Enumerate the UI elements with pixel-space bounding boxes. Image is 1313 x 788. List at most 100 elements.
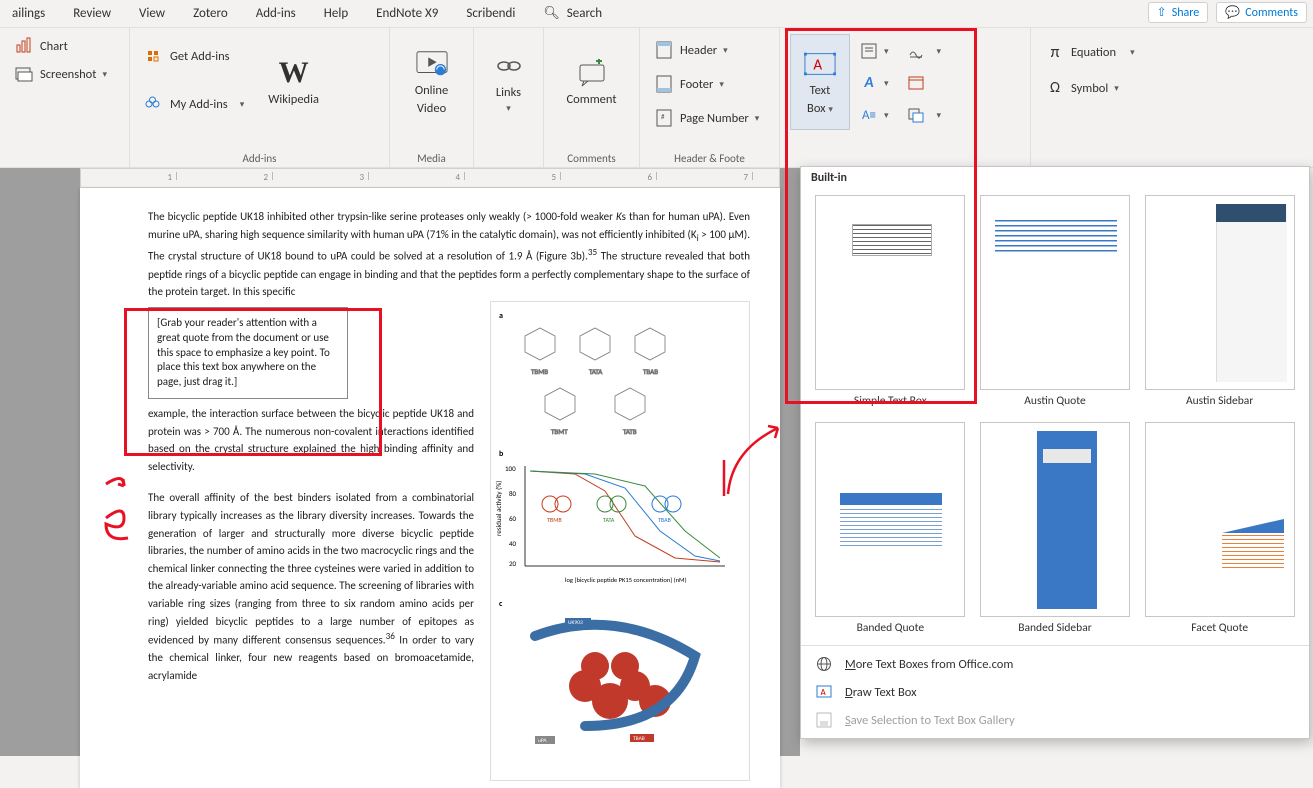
- tab-review[interactable]: Review: [73, 6, 111, 21]
- page-number-icon: #: [654, 108, 674, 128]
- symbol-button[interactable]: Ω Symbol ▾: [1041, 76, 1160, 100]
- gallery-option-austin-quote[interactable]: Austin Quote: [980, 195, 1131, 408]
- svg-text:c: c: [499, 599, 503, 609]
- tab-help[interactable]: Help: [324, 6, 348, 21]
- figure-panel: a TBMB TATA TBAB TBMT TATB b: [490, 301, 750, 781]
- quick-parts-button[interactable]: ▾: [856, 40, 893, 62]
- tab-view[interactable]: View: [139, 6, 165, 21]
- gallery-option-facet-quote[interactable]: Facet Quote: [1144, 422, 1295, 635]
- draw-text-box-item[interactable]: A Draw Text Box: [801, 678, 1309, 706]
- video-icon: [416, 48, 448, 80]
- comments-button[interactable]: 💬 Comments: [1216, 2, 1307, 23]
- new-comment-icon: [576, 57, 608, 89]
- svg-text:TBMB: TBMB: [531, 367, 548, 376]
- link-icon: [493, 50, 525, 82]
- signature-line-button[interactable]: ▾: [903, 40, 946, 62]
- dropdown-caret-icon: ▾: [937, 46, 942, 57]
- svg-text:b: b: [499, 449, 504, 459]
- svg-text:TBMT: TBMT: [551, 427, 568, 436]
- svg-text:TBAB: TBAB: [658, 516, 671, 524]
- comment-label: Comment: [566, 93, 616, 107]
- globe-icon: [815, 655, 833, 673]
- document-page[interactable]: The bicyclic peptide UK18 inhibited othe…: [80, 188, 780, 788]
- store-icon: [144, 46, 164, 66]
- header-button[interactable]: Header ▾: [650, 38, 769, 62]
- equation-button[interactable]: π Equation ▾: [1041, 40, 1160, 64]
- wordart-button[interactable]: A▾: [856, 72, 893, 94]
- svg-text:80: 80: [509, 489, 517, 498]
- save-selection-item: Save Selection to Text Box Gallery: [801, 706, 1309, 734]
- gallery-option-austin-sidebar[interactable]: Austin Sidebar: [1144, 195, 1295, 408]
- chart-button[interactable]: Chart: [10, 34, 119, 58]
- svg-text:60: 60: [509, 514, 517, 523]
- search-control[interactable]: 🔍︎ Search: [543, 6, 602, 21]
- footer-button[interactable]: Footer ▾: [650, 72, 769, 96]
- inserted-text-box[interactable]: [Grab your reader's attention with a gre…: [148, 307, 348, 399]
- svg-text:residual activity (%): residual activity (%): [495, 480, 503, 535]
- tab-scribendi[interactable]: Scribendi: [466, 6, 515, 21]
- gallery-option-simple-text-box[interactable]: Simple Text Box: [815, 195, 966, 408]
- comment-button[interactable]: Comment: [554, 34, 629, 130]
- footer-label: Footer: [680, 77, 713, 92]
- tab-addins[interactable]: Add-ins: [256, 6, 296, 21]
- date-icon: [907, 74, 925, 92]
- body-paragraph: example, the interaction surface between…: [148, 405, 474, 475]
- svg-text:TBAB: TBAB: [643, 367, 658, 376]
- thumb-label: Austin Quote: [1024, 394, 1085, 408]
- dropdown-caret-icon: ▾: [1130, 47, 1135, 58]
- wordart-icon: A: [860, 74, 878, 92]
- svg-text:100: 100: [505, 464, 516, 473]
- equation-label: Equation: [1071, 45, 1116, 60]
- wikipedia-button[interactable]: W Wikipedia: [260, 34, 327, 130]
- thumb-preview: [1145, 422, 1295, 617]
- svg-text:#: #: [661, 112, 665, 121]
- dropcap-button[interactable]: A≡▾: [856, 104, 893, 126]
- fig-label-a: a: [499, 311, 503, 321]
- ribbon: Chart Screenshot ▾ Get Add-ins: [0, 28, 1313, 168]
- page-number-button[interactable]: # Page Number ▾: [650, 106, 769, 130]
- gallery-option-banded-sidebar[interactable]: Banded Sidebar: [980, 422, 1131, 635]
- dropdown-caret-icon: ▾: [102, 69, 107, 80]
- tab-mailings[interactable]: ailings: [12, 6, 45, 21]
- links-label: Links: [496, 86, 521, 100]
- dropdown-caret-icon: ▾: [723, 45, 728, 56]
- my-addins-button[interactable]: My Add-ins ▾: [140, 92, 248, 116]
- gallery-section-header: Built-in: [801, 167, 1309, 189]
- dropcap-icon: A≡: [860, 106, 878, 124]
- text-box-gallery: Built-in Simple Text Box Austin Quote Au…: [800, 166, 1310, 739]
- screenshot-button[interactable]: Screenshot ▾: [10, 62, 119, 86]
- get-addins-label: Get Add-ins: [170, 49, 230, 64]
- thumb-label: Simple Text Box: [854, 394, 927, 408]
- dropdown-caret-icon: ▾: [937, 110, 942, 121]
- tab-endnote[interactable]: EndNote X9: [376, 6, 438, 21]
- gallery-option-banded-quote[interactable]: Banded Quote: [815, 422, 966, 635]
- callout-text: [Grab your reader's attention with a gre…: [157, 316, 330, 388]
- thumb-preview: [980, 195, 1130, 390]
- online-video-button[interactable]: Online Video: [400, 34, 463, 130]
- screenshot-icon: [14, 64, 34, 84]
- symbol-label: Symbol: [1071, 81, 1108, 96]
- tab-zotero[interactable]: Zotero: [193, 6, 228, 21]
- object-button[interactable]: ▾: [903, 104, 946, 126]
- svg-text:TBMB: TBMB: [547, 516, 562, 524]
- textbox-label-2: Box: [807, 101, 826, 116]
- share-button[interactable]: ⇧ Share: [1148, 2, 1209, 23]
- date-time-button[interactable]: [903, 72, 946, 94]
- text-box-button[interactable]: A Text Box ▾: [790, 34, 850, 130]
- dropdown-caret-icon: ▾: [884, 78, 889, 89]
- links-button[interactable]: Links ▾: [484, 34, 533, 130]
- more-text-boxes-item[interactable]: More Text Boxes from Office.com: [801, 650, 1309, 678]
- horizontal-ruler[interactable]: 123 4567: [80, 168, 780, 188]
- get-addins-button[interactable]: Get Add-ins: [140, 44, 248, 68]
- thumb-label: Facet Quote: [1191, 621, 1248, 635]
- wikipedia-icon: W: [278, 57, 310, 89]
- thumb-preview: [815, 422, 965, 617]
- screenshot-label: Screenshot: [40, 67, 96, 82]
- svg-text:A: A: [813, 56, 822, 74]
- topright-controls: ⇧ Share 💬 Comments: [1148, 2, 1307, 23]
- svg-text:20: 20: [509, 559, 517, 568]
- svg-text:TBAB: TBAB: [633, 736, 645, 742]
- menu-tabbar: ailings Review View Zotero Add-ins Help …: [0, 0, 1313, 28]
- svg-text:log [bicyclic peptide PK15 con: log [bicyclic peptide PK15 concentration…: [565, 576, 687, 584]
- svg-text:TATA: TATA: [589, 367, 603, 376]
